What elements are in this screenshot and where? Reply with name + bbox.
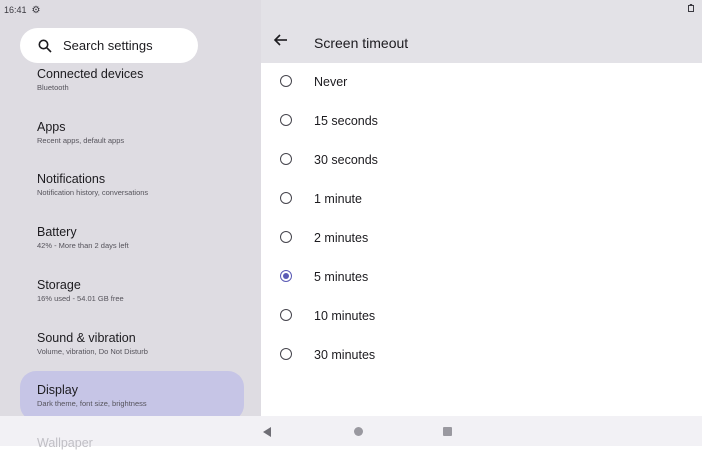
sidebar-item-connected-devices[interactable]: Connected devices Bluetooth	[20, 61, 244, 113]
option-label: Never	[314, 75, 348, 89]
status-bar: 16:41 ⚙	[0, 0, 261, 20]
sidebar-item-title: Sound & vibration	[37, 331, 136, 345]
back-arrow-icon[interactable]	[273, 32, 289, 48]
page-title: Screen timeout	[314, 35, 409, 51]
timeout-options-list: Never 15 seconds 30 seconds 1 minute 2 m…	[261, 63, 702, 416]
sidebar-item-notifications[interactable]: Notifications Notification history, conv…	[20, 166, 244, 218]
option-10-minutes[interactable]: 10 minutes	[261, 297, 702, 336]
sidebar-item-subtitle: Recent apps, default apps	[37, 136, 125, 145]
option-5-minutes[interactable]: 5 minutes	[261, 258, 702, 297]
option-1-minute[interactable]: 1 minute	[261, 180, 702, 219]
settings-sidebar: 16:41 ⚙ Search settings Connected device…	[0, 0, 261, 416]
settings-gear-icon: ⚙	[31, 4, 41, 16]
sidebar-item-subtitle: Notification history, conversations	[37, 188, 149, 197]
option-label: 5 minutes	[314, 270, 369, 284]
sidebar-item-battery[interactable]: Battery 42% - More than 2 days left	[20, 219, 244, 271]
sidebar-item-subtitle: Volume, vibration, Do Not Disturb	[37, 347, 148, 356]
sidebar-item-wallpaper-partial: Wallpaper	[37, 436, 93, 450]
sidebar-item-title: Notifications	[37, 172, 106, 186]
option-label: 15 seconds	[314, 114, 378, 128]
battery-icon	[688, 4, 694, 12]
radio-button[interactable]	[280, 75, 292, 87]
search-icon	[38, 39, 52, 53]
search-placeholder: Search settings	[63, 38, 153, 53]
radio-button[interactable]	[280, 231, 292, 243]
option-label: 10 minutes	[314, 309, 376, 323]
sidebar-item-subtitle: Bluetooth	[37, 83, 69, 92]
sidebar-item-sound-vibration[interactable]: Sound & vibration Volume, vibration, Do …	[20, 325, 244, 377]
search-settings-bar[interactable]: Search settings	[20, 28, 198, 63]
radio-button[interactable]	[280, 309, 292, 321]
navigation-bar	[0, 416, 702, 446]
sidebar-item-title: Display	[37, 383, 78, 397]
option-label: 30 seconds	[314, 153, 378, 167]
detail-header	[261, 0, 702, 63]
nav-recents-icon[interactable]	[443, 427, 452, 436]
option-2-minutes[interactable]: 2 minutes	[261, 219, 702, 258]
option-30-seconds[interactable]: 30 seconds	[261, 141, 702, 180]
status-time: 16:41	[4, 5, 27, 15]
sidebar-item-display[interactable]: Display Dark theme, font size, brightnes…	[20, 371, 244, 416]
sidebar-item-storage[interactable]: Storage 16% used - 54.01 GB free	[20, 272, 244, 324]
radio-button[interactable]	[280, 192, 292, 204]
option-label: 30 minutes	[314, 348, 376, 362]
radio-button[interactable]	[280, 114, 292, 126]
nav-home-icon[interactable]	[354, 427, 363, 436]
option-30-minutes[interactable]: 30 minutes	[261, 336, 702, 375]
sidebar-item-subtitle: 16% used - 54.01 GB free	[37, 294, 124, 303]
radio-button-checked[interactable]	[280, 270, 292, 282]
radio-button[interactable]	[280, 348, 292, 360]
option-never[interactable]: Never	[261, 63, 702, 102]
sidebar-item-subtitle: Dark theme, font size, brightness	[37, 399, 147, 408]
option-15-seconds[interactable]: 15 seconds	[261, 102, 702, 141]
sidebar-item-apps[interactable]: Apps Recent apps, default apps	[20, 114, 244, 166]
radio-button[interactable]	[280, 153, 292, 165]
nav-back-icon[interactable]	[261, 426, 273, 438]
option-label: 2 minutes	[314, 231, 369, 245]
sidebar-item-title: Battery	[37, 225, 77, 239]
sidebar-item-title: Connected devices	[37, 67, 144, 81]
sidebar-item-title: Apps	[37, 120, 66, 134]
option-label: 1 minute	[314, 192, 362, 206]
sidebar-item-subtitle: 42% - More than 2 days left	[37, 241, 129, 250]
sidebar-item-title: Storage	[37, 278, 81, 292]
